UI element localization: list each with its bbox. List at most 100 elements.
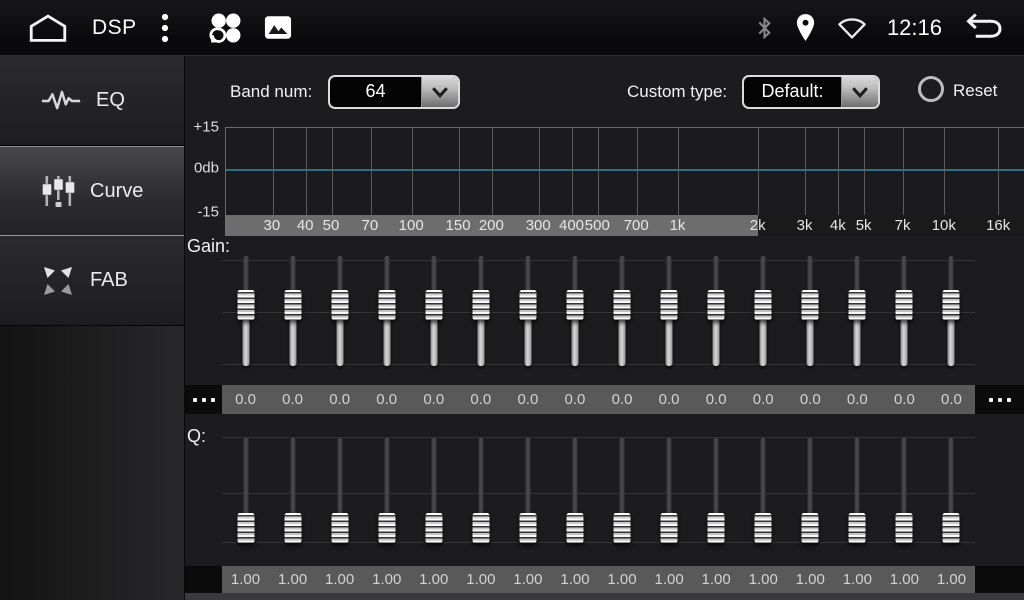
slider-knob[interactable] — [802, 513, 819, 543]
gain-scroll-right-button[interactable] — [975, 385, 1024, 414]
band-num-dropdown[interactable]: 64 — [328, 75, 460, 109]
slider-knob[interactable] — [472, 290, 489, 320]
slider-knob[interactable] — [284, 513, 301, 543]
slider-knob[interactable] — [708, 513, 725, 543]
slider-knob[interactable] — [661, 513, 678, 543]
freq-tick-label: 16k — [986, 215, 1010, 236]
gain-band-slider[interactable] — [740, 252, 787, 368]
gain-band-value: 0.0 — [834, 385, 881, 414]
slider-knob[interactable] — [425, 513, 442, 543]
q-scroll-right-button[interactable] — [975, 566, 1024, 593]
reset-radio-button[interactable] — [918, 76, 944, 102]
slider-knob[interactable] — [566, 513, 583, 543]
q-band-slider[interactable] — [834, 434, 881, 546]
q-band-slider[interactable] — [693, 434, 740, 546]
db-axis-label: +15 — [194, 119, 219, 136]
gain-band-slider[interactable] — [504, 252, 551, 368]
q-band-slider[interactable] — [881, 434, 928, 546]
freq-axis[interactable]: 304050701001502003004005007001k2k3k4k5k7… — [225, 215, 1024, 236]
slider-track-lower — [666, 318, 673, 366]
back-button[interactable] — [962, 12, 1006, 43]
slider-knob[interactable] — [943, 290, 960, 320]
gain-band-slider[interactable] — [646, 252, 693, 368]
gain-band-slider[interactable] — [599, 252, 646, 368]
plot-gridline — [572, 128, 573, 215]
overflow-menu-button[interactable] — [159, 13, 171, 43]
slider-knob[interactable] — [755, 290, 772, 320]
q-band-slider[interactable] — [316, 434, 363, 546]
chevron-down-icon — [428, 81, 452, 103]
gain-band-slider[interactable] — [928, 252, 975, 368]
slider-knob[interactable] — [849, 290, 866, 320]
gain-band-slider[interactable] — [787, 252, 834, 368]
gain-band-slider[interactable] — [363, 252, 410, 368]
q-band-slider[interactable] — [646, 434, 693, 546]
slider-knob[interactable] — [237, 513, 254, 543]
slider-knob[interactable] — [614, 513, 631, 543]
q-scroll-left-button[interactable] — [185, 566, 222, 593]
slider-track-lower — [571, 318, 578, 366]
db-axis-label: -15 — [197, 204, 219, 221]
slider-knob[interactable] — [802, 290, 819, 320]
slider-knob[interactable] — [331, 513, 348, 543]
slider-track-lower — [619, 318, 626, 366]
custom-type-dropdown[interactable]: Default: — [742, 75, 880, 109]
slider-knob[interactable] — [849, 513, 866, 543]
q-band-slider[interactable] — [599, 434, 646, 546]
q-band-slider[interactable] — [928, 434, 975, 546]
freq-tick-label: 30 — [264, 215, 281, 236]
slider-knob[interactable] — [943, 513, 960, 543]
reset-label: Reset — [953, 81, 997, 101]
slider-knob[interactable] — [284, 290, 301, 320]
sidebar-item-fab[interactable]: FAB — [0, 236, 184, 326]
plot-gridline — [412, 128, 413, 215]
q-band-slider[interactable] — [740, 434, 787, 546]
q-band-slider[interactable] — [269, 434, 316, 546]
slider-knob[interactable] — [896, 290, 913, 320]
three-dot-menu-icon — [159, 13, 171, 43]
slider-knob[interactable] — [519, 513, 536, 543]
slider-knob[interactable] — [425, 290, 442, 320]
slider-knob[interactable] — [661, 290, 678, 320]
sidebar-item-eq[interactable]: EQ — [0, 56, 184, 146]
slider-knob[interactable] — [378, 290, 395, 320]
q-band-slider[interactable] — [457, 434, 504, 546]
q-band-slider[interactable] — [410, 434, 457, 546]
eq-curve-plot[interactable] — [225, 127, 1024, 215]
gain-band-slider[interactable] — [269, 252, 316, 368]
slider-knob[interactable] — [472, 513, 489, 543]
slider-knob[interactable] — [331, 290, 348, 320]
q-band-slider[interactable] — [504, 434, 551, 546]
band-num-dropdown-button[interactable] — [421, 77, 458, 107]
apps-launcher-button[interactable] — [209, 11, 242, 44]
gain-band-slider[interactable] — [410, 252, 457, 368]
gallery-button[interactable] — [264, 15, 292, 40]
slider-knob[interactable] — [519, 290, 536, 320]
band-num-value: 64 — [330, 77, 421, 107]
q-band-slider[interactable] — [787, 434, 834, 546]
gain-band-value: 0.0 — [504, 385, 551, 414]
more-dots-icon — [989, 398, 993, 402]
home-button[interactable] — [26, 13, 70, 43]
gain-scroll-left-button[interactable] — [185, 385, 222, 414]
slider-track-lower — [807, 318, 814, 366]
slider-knob[interactable] — [708, 290, 725, 320]
sidebar-item-curve[interactable]: Curve — [0, 146, 184, 236]
slider-knob[interactable] — [755, 513, 772, 543]
slider-knob[interactable] — [614, 290, 631, 320]
gain-band-slider[interactable] — [457, 252, 504, 368]
slider-knob[interactable] — [566, 290, 583, 320]
gain-band-slider[interactable] — [316, 252, 363, 368]
gain-band-slider[interactable] — [222, 252, 269, 368]
gain-band-slider[interactable] — [693, 252, 740, 368]
gain-band-slider[interactable] — [834, 252, 881, 368]
q-band-slider[interactable] — [222, 434, 269, 546]
q-band-slider[interactable] — [363, 434, 410, 546]
slider-knob[interactable] — [237, 290, 254, 320]
custom-type-dropdown-button[interactable] — [841, 77, 878, 107]
gain-band-slider[interactable] — [551, 252, 598, 368]
q-band-slider[interactable] — [551, 434, 598, 546]
slider-knob[interactable] — [896, 513, 913, 543]
gain-band-slider[interactable] — [881, 252, 928, 368]
slider-knob[interactable] — [378, 513, 395, 543]
